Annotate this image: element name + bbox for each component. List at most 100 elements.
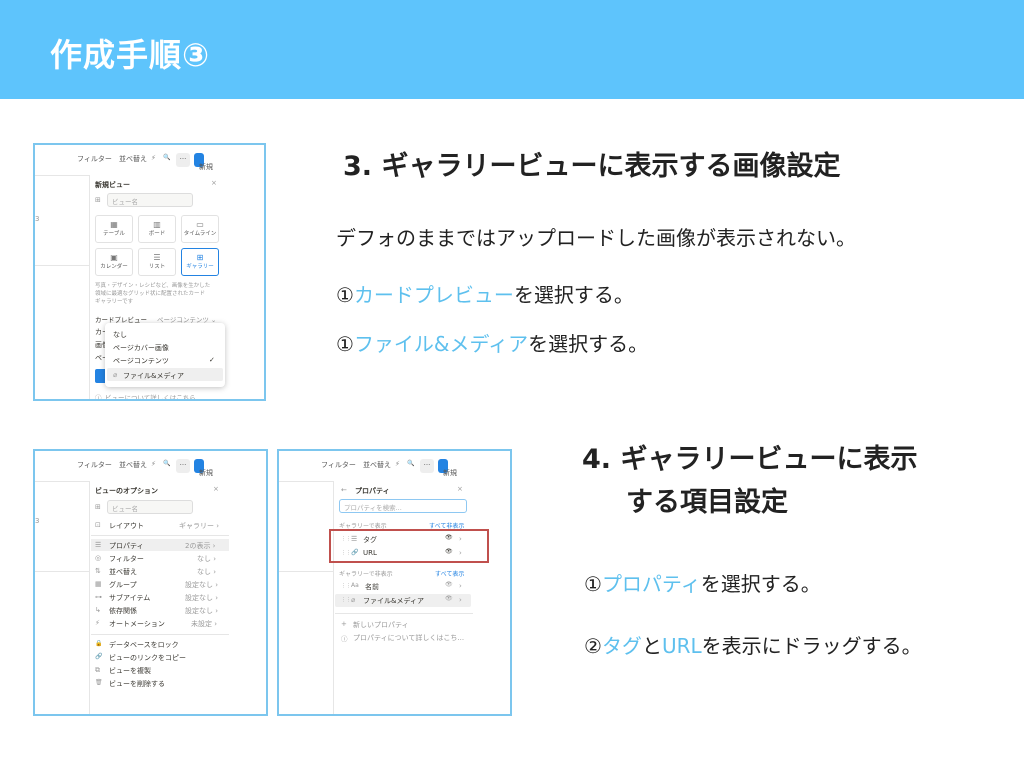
screenshot-properties: フィルター 並べ替え ⚡ 🔍 ··· 新規 ⌄ ← プロパティ × プロパティを… <box>277 449 512 716</box>
dependency-icon: ↳ <box>95 606 101 614</box>
property-name[interactable]: 名前 <box>365 582 379 592</box>
automation-icon: ⚡ <box>95 619 100 627</box>
panel-title: 新規ビュー <box>95 181 130 189</box>
filter-row[interactable]: フィルター <box>109 554 144 564</box>
option-none[interactable]: なし <box>113 330 127 340</box>
property-file-media[interactable]: ファイル&メディア <box>363 596 424 606</box>
more-icon[interactable]: ··· <box>420 459 434 473</box>
view-type-icon: ⊞ <box>95 196 101 204</box>
divider <box>89 175 90 399</box>
step-highlight: ファイル&メディア <box>353 332 529 356</box>
show-all-button[interactable]: すべて表示 <box>435 569 464 578</box>
delete-view-action[interactable]: ビューを削除する <box>109 679 165 689</box>
layout-label: ギャラリー <box>186 264 214 270</box>
close-icon[interactable]: × <box>211 179 217 187</box>
step-highlight: タグ <box>601 634 642 658</box>
new-button[interactable]: 新規 ⌄ <box>194 459 213 477</box>
divider <box>91 535 229 536</box>
group-icon: ▦ <box>95 580 102 588</box>
section3-step1: ①カードプレビューを選択する。 <box>336 279 634 308</box>
bolt-icon[interactable]: ⚡ <box>151 460 156 468</box>
section3-step2: ①ファイル&メディアを選択する。 <box>336 328 648 357</box>
paperclip-icon: ⌀ <box>113 371 118 379</box>
step-text: を表示にドラッグする。 <box>701 634 922 658</box>
properties-row[interactable]: プロパティ <box>109 541 144 551</box>
step-text: を選択する。 <box>513 283 634 307</box>
search-icon[interactable]: 🔍 <box>163 460 170 467</box>
layout-board[interactable]: ▥ ボード <box>138 215 176 243</box>
subitem-icon: ⊶ <box>95 593 102 601</box>
back-icon[interactable]: ← <box>341 486 347 494</box>
sort-button[interactable]: 並べ替え <box>119 460 147 470</box>
close-icon[interactable]: × <box>213 485 219 493</box>
lock-icon: 🔒 <box>95 640 103 647</box>
row-value: 未設定 › <box>191 620 218 628</box>
gallery-description: ギャラリーです <box>95 299 134 305</box>
layout-label: カレンダー <box>100 264 128 270</box>
group-row[interactable]: グループ <box>109 580 137 590</box>
new-button[interactable]: 新規 ⌄ <box>438 459 457 477</box>
bolt-icon[interactable]: ⚡ <box>395 460 400 468</box>
help-link[interactable]: ビューについて詳しくはこちら <box>105 392 196 399</box>
help-icon: ⓘ <box>95 394 102 401</box>
new-button[interactable]: 新規 ⌄ <box>194 153 213 171</box>
row-value: 設定なし › <box>185 581 219 589</box>
lock-database-action[interactable]: データベースをロック <box>109 640 179 650</box>
sort-button[interactable]: 並べ替え <box>363 460 391 470</box>
drag-handle-icon[interactable]: ⋮⋮ <box>341 597 351 603</box>
divider <box>333 481 334 714</box>
close-icon[interactable]: × <box>457 485 463 493</box>
automation-row[interactable]: オートメーション <box>109 619 165 629</box>
layout-list[interactable]: ☰ リスト <box>138 248 176 276</box>
layout-calendar[interactable]: ▣ カレンダー <box>95 248 133 276</box>
chevron-down-icon: ⌄ <box>199 162 205 170</box>
screenshot-new-view: フィルター 並べ替え ⚡ 🔍 ··· 新規 ⌄ 3 新規ビュー × ⊞ ビュー名… <box>33 143 266 401</box>
filter-button[interactable]: フィルター <box>77 154 112 164</box>
filter-button[interactable]: フィルター <box>77 460 112 470</box>
sort-button[interactable]: 並べ替え <box>119 154 147 164</box>
property-search-input[interactable]: プロパティを検索... <box>339 499 467 513</box>
drag-handle-icon[interactable]: ⋮⋮ <box>341 583 351 589</box>
bolt-icon[interactable]: ⚡ <box>151 154 156 162</box>
layout-value[interactable]: ギャラリー › <box>179 521 219 531</box>
section4-heading: 4. ギャラリービューに表示 <box>582 444 918 475</box>
divider <box>89 481 90 714</box>
eye-icon[interactable]: 👁 <box>445 595 453 602</box>
view-name-input[interactable]: ビュー名 <box>107 193 193 207</box>
board-icon: ▥ <box>153 220 161 229</box>
step-highlight: プロパティ <box>601 572 701 596</box>
layout-table[interactable]: ▦ テーブル <box>95 215 133 243</box>
step-number: ① <box>336 283 354 307</box>
help-link[interactable]: プロパティについて詳しくはこち... <box>353 633 464 643</box>
search-icon[interactable]: 🔍 <box>163 154 170 161</box>
text-icon: Aa <box>351 582 359 589</box>
filter-button[interactable]: フィルター <box>321 460 356 470</box>
row-value: なし › <box>197 555 217 563</box>
hidden-section-label: ギャラリーで非表示 <box>339 571 393 578</box>
sort-row[interactable]: 並べ替え <box>109 567 137 577</box>
section3-heading: 3. ギャラリービューに表示する画像設定 <box>343 151 841 182</box>
divider <box>35 481 89 482</box>
copy-link-action[interactable]: ビューのリンクをコピー <box>109 653 186 663</box>
option-content[interactable]: ページコンテンツ <box>113 356 169 366</box>
eye-icon[interactable]: 👁 <box>445 581 453 588</box>
divider <box>91 634 229 635</box>
layout-gallery[interactable]: ⊞ ギャラリー <box>181 248 219 276</box>
more-icon[interactable]: ··· <box>176 459 190 473</box>
section4-heading-line2: する項目設定 <box>626 487 788 518</box>
panel-title: ビューのオプション <box>95 487 158 495</box>
subitem-row[interactable]: サブアイテム <box>109 593 150 603</box>
step-text: と <box>641 634 662 658</box>
view-name-input[interactable]: ビュー名 <box>107 500 193 514</box>
new-property-button[interactable]: 新しいプロパティ <box>353 620 409 630</box>
more-icon[interactable]: ··· <box>176 153 190 167</box>
duplicate-view-action[interactable]: ビューを複製 <box>109 666 151 676</box>
layout-label[interactable]: レイアウト <box>109 521 144 531</box>
search-icon[interactable]: 🔍 <box>407 460 414 467</box>
option-file-media[interactable]: ファイル&メディア <box>123 371 184 381</box>
layout-timeline[interactable]: ▭ タイムライン <box>181 215 219 243</box>
step-number: ① <box>336 332 354 356</box>
dependency-row[interactable]: 依存関係 <box>109 606 137 616</box>
section4-step1: ①プロパティを選択する。 <box>584 568 821 597</box>
option-cover[interactable]: ページカバー画像 <box>113 343 169 353</box>
